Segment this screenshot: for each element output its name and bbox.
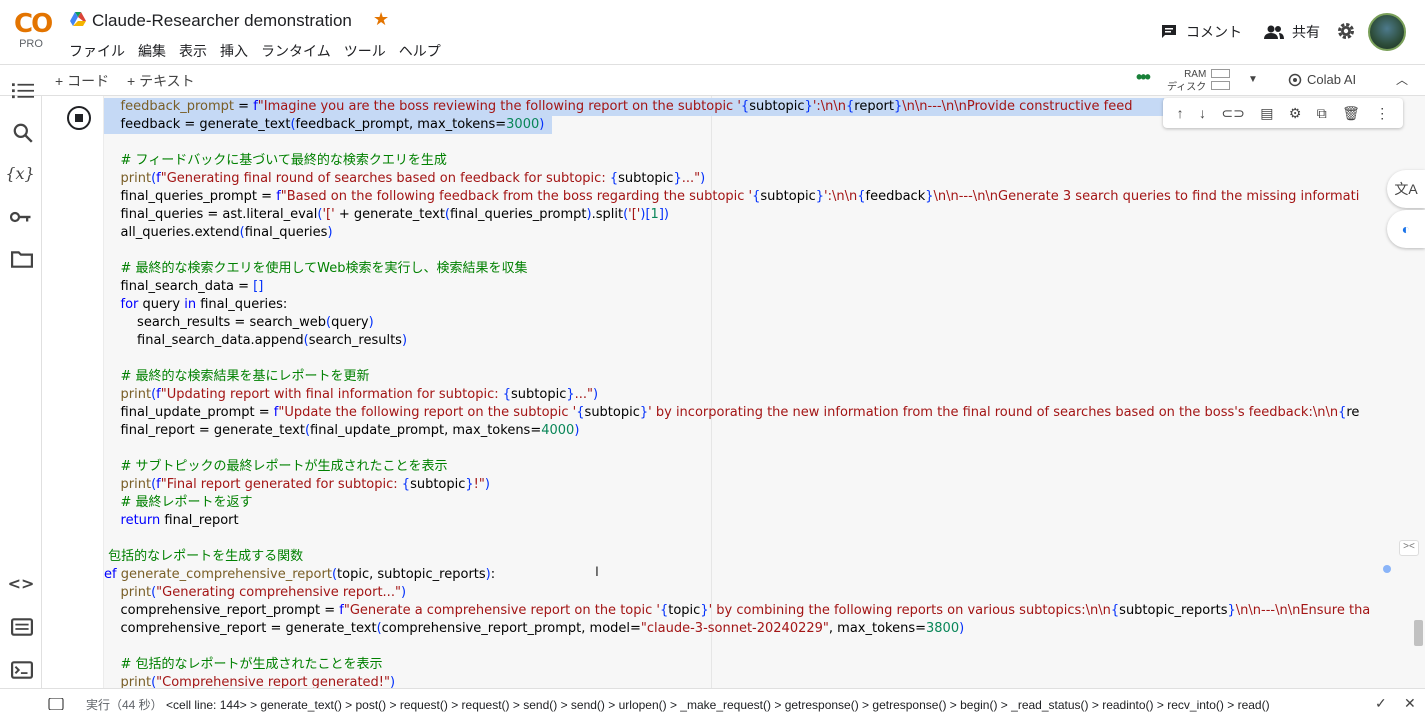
menu-edit[interactable]: 編集 xyxy=(138,41,166,61)
arrow-down-icon[interactable]: ↓ xyxy=(1199,105,1206,121)
code-snippets-icon[interactable]: <> xyxy=(8,572,35,594)
avatar[interactable] xyxy=(1368,13,1406,51)
code-line: print(f"Updating report with final infor… xyxy=(120,387,599,402)
search-icon[interactable] xyxy=(12,122,34,144)
translate-icon[interactable]: 文A xyxy=(1387,170,1425,208)
colab-ai-label: Colab AI xyxy=(1307,72,1357,87)
close-icon[interactable]: ✕ xyxy=(1404,695,1416,712)
code-line: final_search_data = [] xyxy=(104,279,264,294)
link-icon[interactable]: ⊂⊃ xyxy=(1221,105,1244,122)
gear-icon[interactable]: ⚙ xyxy=(1289,105,1302,122)
comment-label: コメント xyxy=(1186,24,1242,40)
execution-status: 実行（44 秒） <cell line: 144> > generate_tex… xyxy=(86,696,1270,713)
resource-bars[interactable] xyxy=(1211,69,1230,93)
stack-trace[interactable]: <cell line: 144> > generate_text() > pos… xyxy=(166,698,1270,712)
running-time: 実行（44 秒） xyxy=(86,698,163,712)
colab-ai-icon xyxy=(1288,73,1302,86)
code-line: for query in final_queries: xyxy=(120,297,288,312)
code-line: print(f"Final report generated for subto… xyxy=(120,477,490,492)
assistant-icon[interactable]: ◐ xyxy=(1387,210,1425,248)
ram-label: RAM xyxy=(1184,69,1207,80)
disk-label: ディスク xyxy=(1167,82,1207,93)
collapse-panel-icon[interactable]: >< xyxy=(1399,540,1419,556)
connection-status-icon: ••• xyxy=(1136,67,1151,87)
code-line: print("Generating comprehensive report..… xyxy=(120,585,407,600)
add-code-button[interactable]: + コード xyxy=(55,71,109,91)
indicator-dot xyxy=(1383,565,1391,573)
ram-bar xyxy=(1211,69,1230,78)
comment-icon xyxy=(1162,25,1176,38)
code-line: ef generate_comprehensive_report(topic, … xyxy=(104,567,496,582)
more-icon[interactable]: ⋮ xyxy=(1375,105,1389,122)
code-editor[interactable]: feedback_prompt = f"Imagine you are the … xyxy=(0,0,1370,690)
settings-gear-icon[interactable] xyxy=(1336,21,1356,41)
code-line: comprehensive_report = generate_text(com… xyxy=(104,621,965,636)
code-line: all_queries.extend(final_queries) xyxy=(104,225,333,240)
menu-view[interactable]: 表示 xyxy=(179,41,207,61)
menu-tools[interactable]: ツール xyxy=(344,41,386,61)
terminal-icon[interactable] xyxy=(11,659,33,681)
colab-logo[interactable]: CO PRO xyxy=(14,10,56,52)
check-icon[interactable]: ✓ xyxy=(1375,695,1387,712)
code-line: final_queries = ast.literal_eval('[' + g… xyxy=(104,207,669,222)
code-line: final_search_data.append(search_results) xyxy=(104,333,408,348)
comment-button[interactable]: コメント xyxy=(1160,22,1242,42)
people-icon xyxy=(1264,25,1284,39)
code-line: # 最終的な検索結果を基にレポートを更新 xyxy=(104,369,370,384)
status-bar: 実行（44 秒） <cell line: 144> > generate_tex… xyxy=(0,688,1425,720)
star-icon[interactable]: ★ xyxy=(373,9,389,30)
code-line: search_results = search_web(query) xyxy=(104,315,374,330)
comment-icon[interactable]: ▤ xyxy=(1260,105,1273,122)
code-line: feedback_prompt = f"Imagine you are the … xyxy=(104,98,1164,116)
notebook-toolbar: + コード + テキスト ••• RAM ディスク ▼ Colab AI ︿ xyxy=(0,64,1425,96)
plan-badge: PRO xyxy=(19,38,43,50)
menu-insert[interactable]: 挿入 xyxy=(220,41,248,61)
toc-icon[interactable] xyxy=(12,80,34,102)
code-line: final_report = generate_text(final_updat… xyxy=(104,423,580,438)
code-line: # 包括的なレポートが生成されたことを表示 xyxy=(104,657,383,672)
code-line: feedback = generate_text(feedback_prompt… xyxy=(104,116,552,134)
code-line: print(f"Generating final round of search… xyxy=(120,171,706,186)
chevron-up-icon[interactable]: ︿ xyxy=(1396,71,1408,88)
disk-bar xyxy=(1211,81,1230,90)
add-text-button[interactable]: + テキスト xyxy=(127,71,195,91)
code-line: # フィードバックに基づいて最終的な検索クエリを生成 xyxy=(104,153,447,168)
stop-execution-button[interactable] xyxy=(67,106,91,130)
colab-ai-button[interactable]: Colab AI xyxy=(1288,72,1356,87)
code-line: 包括的なレポートを生成する関数 xyxy=(104,549,304,564)
resource-labels[interactable]: RAM ディスク xyxy=(1167,68,1206,94)
folder-icon[interactable] xyxy=(11,248,33,270)
key-icon[interactable] xyxy=(10,206,32,228)
code-line: comprehensive_report_prompt = f"Generate… xyxy=(104,603,1371,618)
menu-bar: ファイル 編集 表示 挿入 ランタイム ツール ヘルプ xyxy=(69,41,454,61)
code-line: # サブトピックの最終レポートが生成されたことを表示 xyxy=(104,459,448,474)
code-line: # 最終レポートを返す xyxy=(104,495,253,510)
share-label: 共有 xyxy=(1292,24,1320,40)
mirror-cell-icon[interactable]: ⧉ xyxy=(1317,105,1327,122)
arrow-up-icon[interactable]: ↑ xyxy=(1177,105,1184,121)
variables-icon[interactable]: {x} xyxy=(5,162,34,184)
scrollbar[interactable] xyxy=(1414,620,1423,646)
text-cursor: I xyxy=(595,563,599,579)
code-line: return final_report xyxy=(120,513,239,528)
delete-icon[interactable]: 🗑 xyxy=(1342,105,1360,122)
app-header: CO PRO Claude-Researcher demonstration ★… xyxy=(0,0,1425,64)
code-line: # 最終的な検索クエリを使用してWeb検索を実行し、検索結果を収集 xyxy=(104,261,528,276)
notebook-title[interactable]: Claude-Researcher demonstration xyxy=(92,11,352,31)
cell-toolbar: ↑ ↓ ⊂⊃ ▤ ⚙ ⧉ 🗑 ⋮ xyxy=(1163,98,1403,128)
code-line: final_update_prompt = f"Update the follo… xyxy=(104,405,1360,420)
chevron-down-icon[interactable]: ▼ xyxy=(1248,74,1258,85)
ruler-guide xyxy=(711,96,712,688)
menu-help[interactable]: ヘルプ xyxy=(399,41,441,61)
code-line: final_queries_prompt = f"Based on the fo… xyxy=(104,189,1360,204)
stop-icon xyxy=(75,114,83,122)
command-palette-icon[interactable] xyxy=(11,616,33,638)
google-drive-icon xyxy=(70,12,86,26)
menu-file[interactable]: ファイル xyxy=(69,41,125,61)
logo-text: CO xyxy=(14,9,53,39)
running-indicator-icon xyxy=(48,698,64,710)
share-button[interactable]: 共有 xyxy=(1264,22,1320,42)
menu-runtime[interactable]: ランタイム xyxy=(261,41,331,61)
